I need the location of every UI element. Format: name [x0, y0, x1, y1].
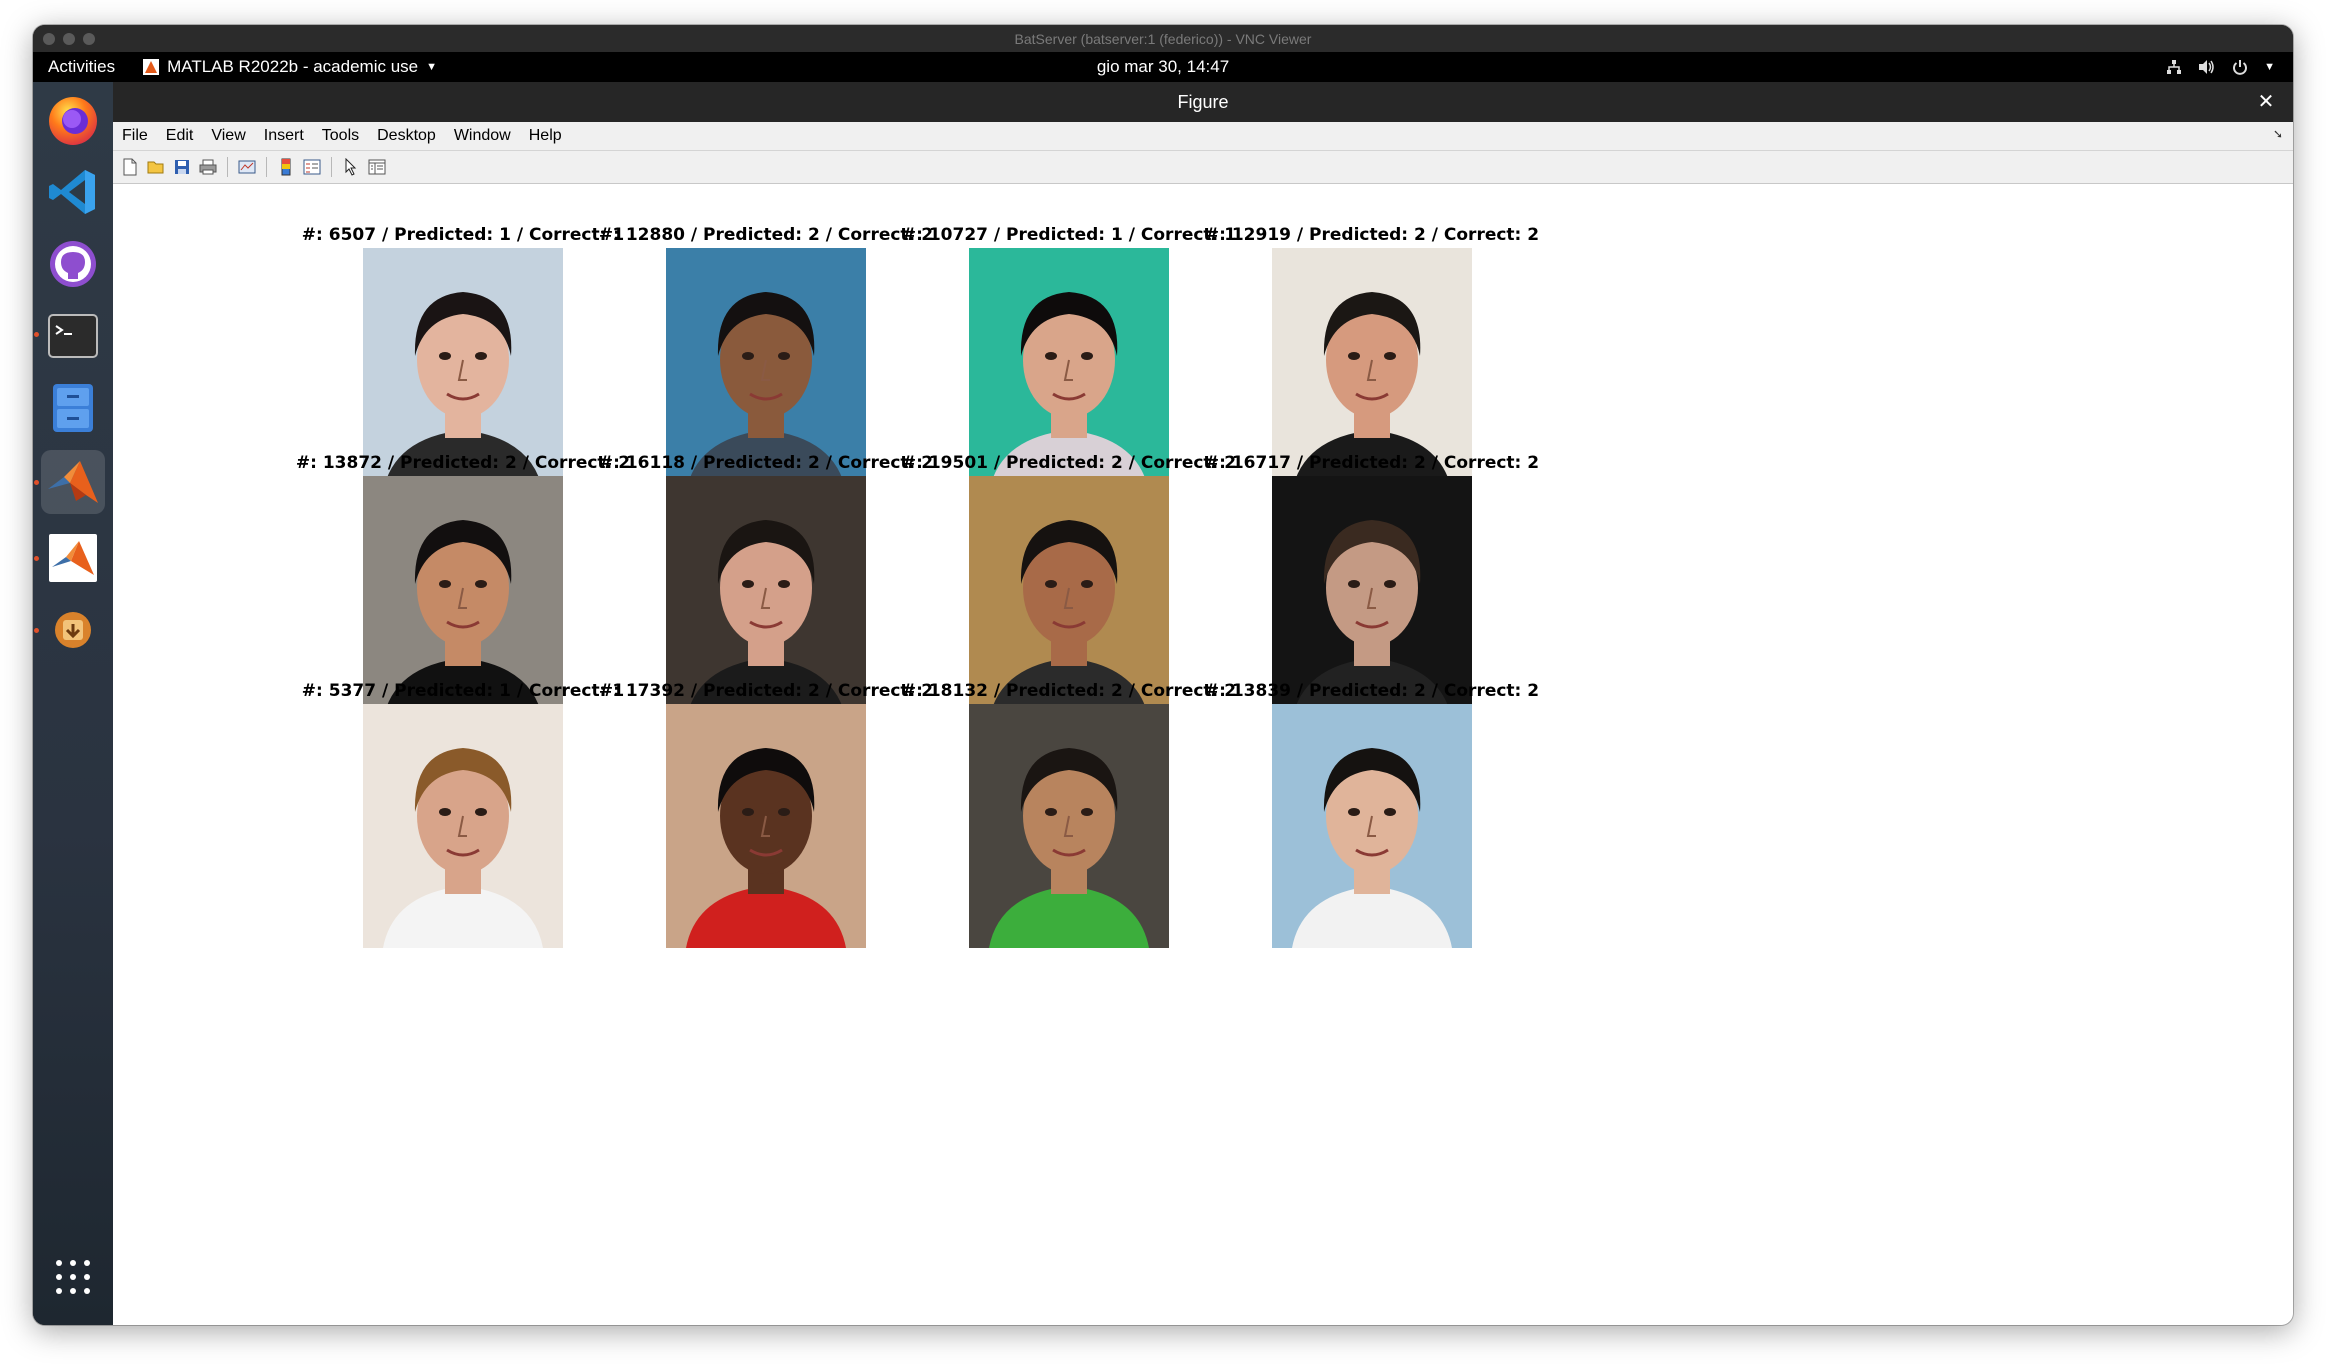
minimize-window-dot[interactable] — [63, 33, 75, 45]
file-cabinet-icon — [53, 384, 93, 432]
running-indicator — [34, 480, 39, 485]
matlab-icon — [49, 534, 97, 582]
terminal-icon — [48, 314, 98, 358]
dock-matlab[interactable] — [41, 450, 105, 514]
clock[interactable]: gio mar 30, 14:47 — [1097, 57, 1229, 77]
insert-colorbar-button[interactable] — [275, 156, 297, 178]
app-grid-icon — [56, 1260, 90, 1294]
dock-terminal[interactable] — [41, 304, 105, 368]
figure-titlebar[interactable]: Figure ✕ — [113, 82, 2293, 122]
running-indicator — [34, 332, 39, 337]
toolbar-separator — [266, 157, 267, 177]
toolbar-separator — [331, 157, 332, 177]
link-plot-button[interactable] — [236, 156, 258, 178]
close-window-dot[interactable] — [43, 33, 55, 45]
figure-canvas: #: 6507 / Predicted: 1 / Correct: 1 #: 12… — [113, 184, 2293, 1325]
network-icon — [2167, 60, 2182, 74]
subplot-panel[interactable]: #: 13839 / Predicted: 2 / Correct: 2 — [1192, 680, 1552, 948]
matlab-figure-window: Figure ✕ File Edit View Insert Tools Des… — [113, 82, 2293, 1325]
vscode-icon — [49, 170, 95, 214]
menu-edit[interactable]: Edit — [157, 127, 203, 145]
system-menu[interactable]: ▼ — [2166, 52, 2275, 82]
property-inspector-icon — [368, 159, 386, 175]
new-figure-button[interactable] — [119, 156, 141, 178]
chevron-down-icon: ▼ — [2264, 61, 2275, 73]
dock-firefox[interactable] — [41, 88, 105, 152]
menu-window[interactable]: Window — [445, 127, 520, 145]
subplot-title: #: 13839 / Predicted: 2 / Correct: 2 — [1204, 681, 1540, 701]
dock-github-desktop[interactable] — [41, 232, 105, 296]
dock-files[interactable] — [41, 376, 105, 440]
github-icon — [50, 241, 96, 287]
volume-icon — [2199, 60, 2214, 74]
dock-software-updater[interactable] — [41, 598, 105, 662]
link-plot-icon — [238, 160, 256, 174]
vnc-viewer-window: BatServer (batserver:1 (federico)) - VNC… — [33, 25, 2293, 1325]
insert-legend-button[interactable] — [301, 156, 323, 178]
vnc-title: BatServer (batserver:1 (federico)) - VNC… — [1014, 30, 1312, 47]
zoom-window-dot[interactable] — [83, 33, 95, 45]
dock-figure-icon[interactable]: ➘ — [2273, 127, 2283, 141]
dock-vscode[interactable] — [41, 160, 105, 224]
matlab-icon — [143, 59, 160, 75]
toolbar-separator — [227, 157, 228, 177]
property-inspector-button[interactable] — [366, 156, 388, 178]
dock-matlab-2[interactable] — [41, 526, 105, 590]
pointer-arrow-icon — [345, 158, 357, 176]
subplot-title: #: 12919 / Predicted: 2 / Correct: 2 — [1204, 225, 1540, 245]
face-image — [1272, 704, 1472, 948]
menu-help[interactable]: Help — [520, 127, 571, 145]
menu-view[interactable]: View — [202, 127, 254, 145]
ubuntu-dock — [33, 82, 113, 1325]
face-image — [969, 704, 1169, 948]
figure-title: Figure — [1177, 91, 1229, 112]
matlab-icon — [48, 461, 98, 503]
running-indicator — [34, 628, 39, 633]
new-file-icon — [123, 158, 137, 176]
face-image — [666, 704, 866, 948]
activities-button[interactable]: Activities — [48, 57, 115, 77]
close-icon[interactable]: ✕ — [2255, 91, 2277, 113]
figure-toolbar — [113, 151, 2293, 184]
vnc-titlebar[interactable]: BatServer (batserver:1 (federico)) - VNC… — [33, 25, 2293, 53]
subplot-title: #: 16717 / Predicted: 2 / Correct: 2 — [1204, 453, 1540, 473]
printer-icon — [199, 159, 217, 175]
figure-menubar: File Edit View Insert Tools Desktop Wind… — [113, 122, 2293, 151]
edit-plot-button[interactable] — [340, 156, 362, 178]
save-icon — [175, 160, 189, 174]
folder-open-icon — [147, 161, 164, 174]
menu-insert[interactable]: Insert — [255, 127, 313, 145]
legend-icon — [303, 159, 321, 175]
menu-file[interactable]: File — [113, 127, 157, 145]
colorbar-icon — [281, 158, 291, 176]
menu-tools[interactable]: Tools — [313, 127, 368, 145]
running-indicator — [34, 556, 39, 561]
menu-desktop[interactable]: Desktop — [368, 127, 445, 145]
app-menu-label: MATLAB R2022b - academic use — [167, 57, 419, 76]
power-icon — [2233, 60, 2248, 75]
app-menu[interactable]: MATLAB R2022b - academic use ▼ — [143, 57, 437, 77]
open-file-button[interactable] — [145, 156, 167, 178]
face-image — [363, 704, 563, 948]
firefox-icon — [49, 97, 97, 145]
show-applications-button[interactable] — [41, 1245, 105, 1309]
chevron-down-icon: ▼ — [426, 61, 437, 73]
gnome-top-bar: Activities MATLAB R2022b - academic use … — [33, 52, 2293, 82]
print-figure-button[interactable] — [197, 156, 219, 178]
software-updater-icon — [55, 612, 91, 648]
save-figure-button[interactable] — [171, 156, 193, 178]
